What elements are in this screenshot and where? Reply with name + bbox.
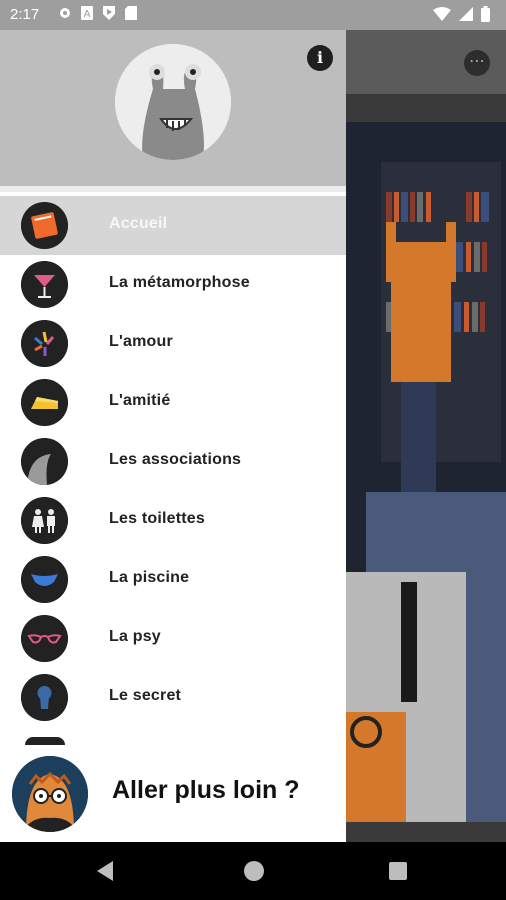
menu-item-l-amour[interactable]: L'amour bbox=[0, 314, 346, 373]
play-shield-icon bbox=[102, 6, 116, 20]
menu-item-label: La métamorphose bbox=[109, 274, 250, 291]
menu-item-label: Accueil bbox=[109, 215, 168, 232]
a-icon: A bbox=[80, 6, 94, 20]
status-bar: 2:17 A bbox=[0, 0, 506, 30]
character-avatar-icon bbox=[12, 756, 88, 832]
menu-item-la-piscine[interactable]: La piscine bbox=[0, 550, 346, 609]
menu-item-label: L'amour bbox=[109, 333, 173, 350]
menu-item-next-icon bbox=[25, 737, 65, 745]
menu-item-le-secret[interactable]: Le secret bbox=[0, 668, 346, 727]
menu-item-la-psy[interactable]: La psy bbox=[0, 609, 346, 668]
scrim-content[interactable]: ⋯ bbox=[346, 30, 506, 842]
library-illustration bbox=[346, 122, 506, 822]
drawer-footer[interactable]: Aller plus loin ? bbox=[0, 752, 346, 842]
info-icon: i bbox=[316, 48, 324, 67]
menu-item-l-amitie[interactable]: L'amitié bbox=[0, 373, 346, 432]
cocktail-glass-icon bbox=[21, 261, 68, 308]
battery-icon bbox=[481, 6, 490, 26]
navigation-drawer: i Accueil La métamorphose L'amour L'amit… bbox=[0, 30, 346, 842]
drawer-header: i bbox=[0, 30, 346, 186]
system-navigation-bar bbox=[0, 842, 506, 900]
svg-text:A: A bbox=[84, 9, 91, 20]
status-time: 2:17 bbox=[10, 6, 40, 23]
aller-plus-loin-link[interactable]: Aller plus loin ? bbox=[112, 776, 300, 805]
more-icon: ⋯ bbox=[469, 51, 485, 70]
system-icons bbox=[433, 6, 490, 26]
app-toolbar: ⋯ bbox=[346, 30, 506, 94]
glasses-icon bbox=[21, 615, 68, 662]
home-icon[interactable] bbox=[244, 861, 264, 881]
notification-icons: A bbox=[58, 6, 138, 20]
menu-item-label: Les associations bbox=[109, 451, 242, 468]
info-button[interactable]: i bbox=[307, 45, 333, 71]
recents-icon[interactable] bbox=[389, 862, 407, 880]
keyhole-icon bbox=[21, 674, 68, 721]
menu-item-accueil[interactable]: Accueil bbox=[0, 196, 346, 255]
back-icon[interactable] bbox=[97, 861, 113, 881]
swimsuit-icon bbox=[21, 556, 68, 603]
menu-item-la-metamorphose[interactable]: La métamorphose bbox=[0, 255, 346, 314]
menu-item-label: La piscine bbox=[109, 569, 190, 586]
gear-icon bbox=[58, 6, 72, 20]
menu-item-label: L'amitié bbox=[109, 392, 171, 409]
menu-item-label: Les toilettes bbox=[109, 510, 205, 527]
menu-item-label: La psy bbox=[109, 628, 161, 645]
slug-character-icon bbox=[115, 44, 231, 160]
header-avatar bbox=[115, 44, 231, 160]
drawer-menu: Accueil La métamorphose L'amour L'amitié… bbox=[0, 196, 346, 727]
menu-item-label: Le secret bbox=[109, 687, 182, 704]
wifi-icon bbox=[433, 7, 451, 25]
signal-icon bbox=[459, 7, 473, 25]
header-divider bbox=[0, 186, 346, 192]
menu-item-les-associations[interactable]: Les associations bbox=[0, 432, 346, 491]
cheese-icon bbox=[21, 379, 68, 426]
tentacle-icon bbox=[21, 438, 68, 485]
book-icon bbox=[21, 202, 68, 249]
more-options-button[interactable]: ⋯ bbox=[464, 50, 490, 76]
menu-item-les-toilettes[interactable]: Les toilettes bbox=[0, 491, 346, 550]
sparkle-icon bbox=[21, 320, 68, 367]
sd-card-icon bbox=[124, 6, 138, 20]
restroom-icon bbox=[21, 497, 68, 544]
